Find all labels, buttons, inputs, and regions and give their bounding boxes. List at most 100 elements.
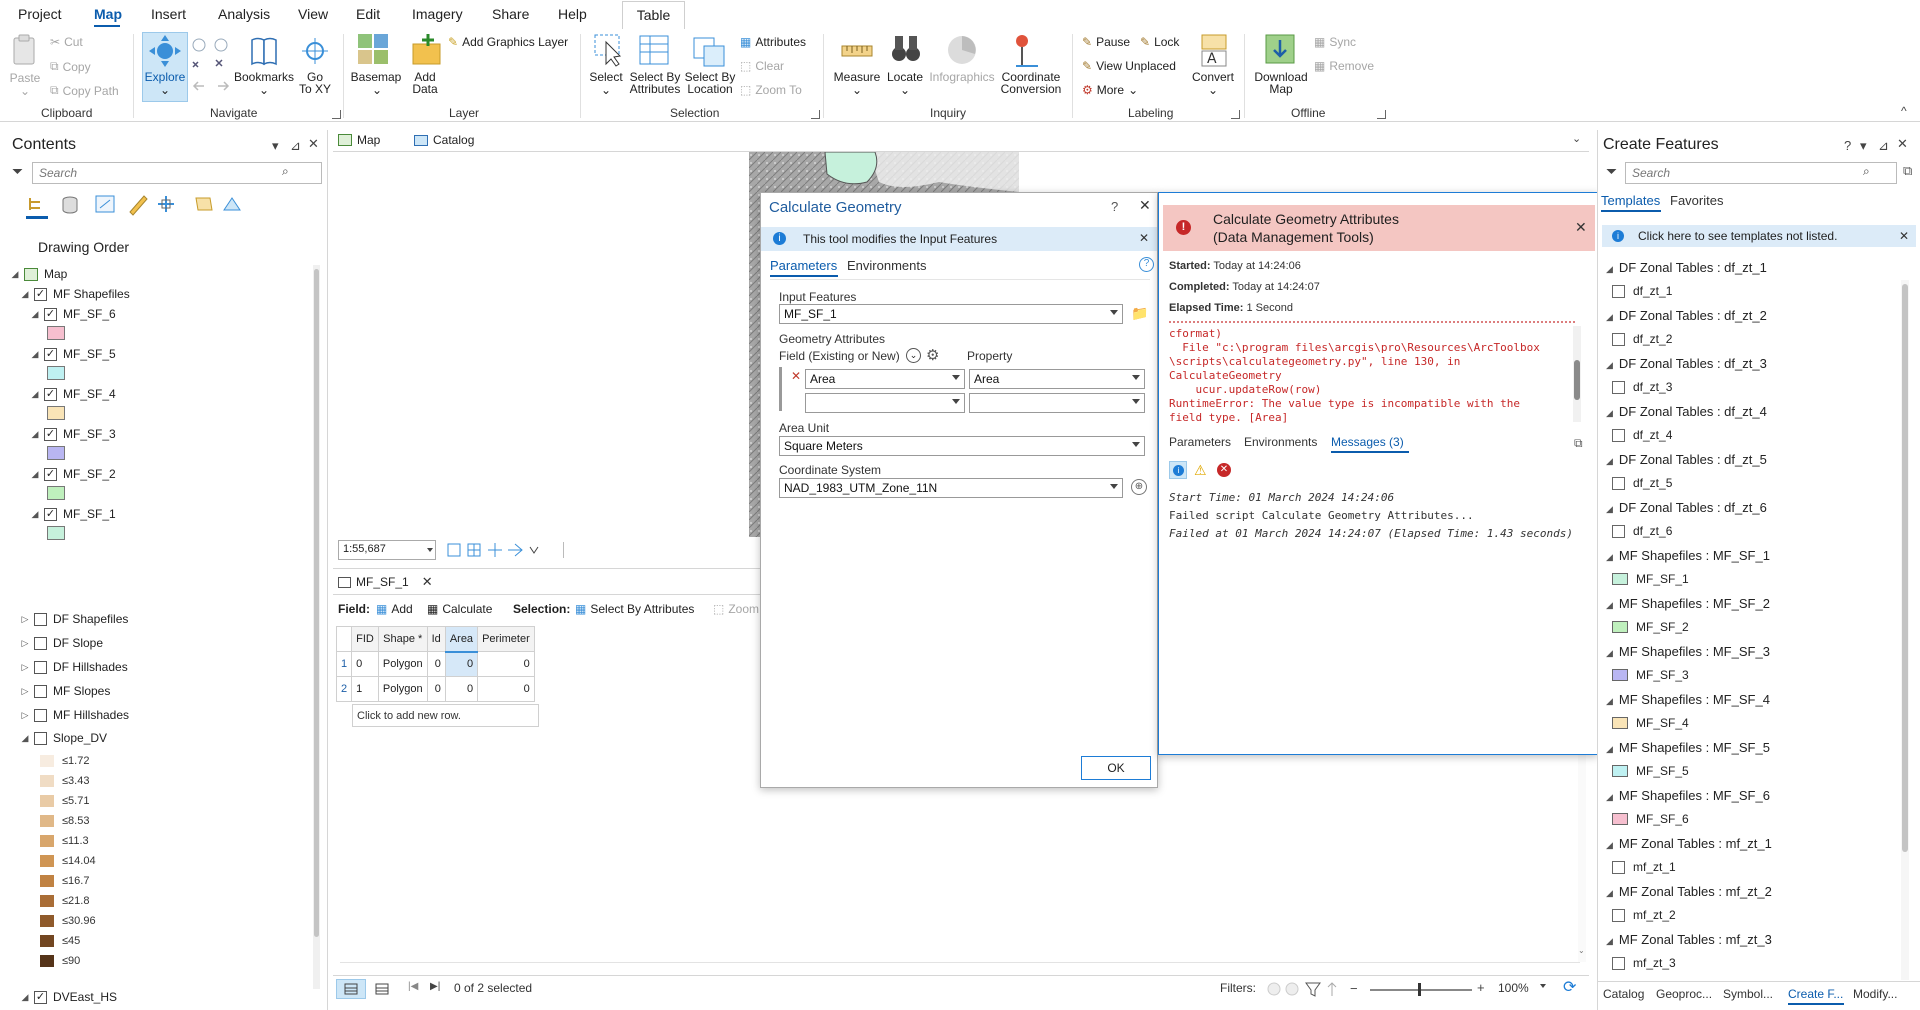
property-select[interactable]: Area xyxy=(969,369,1145,389)
view-unplaced-button[interactable]: ✎ View Unplaced xyxy=(1082,59,1176,73)
zoom-to-button[interactable]: ⬚ Zoom To xyxy=(740,83,802,97)
visibility-checkbox[interactable]: ✓ xyxy=(44,507,57,521)
template-group-header[interactable]: ◢ MF Shapefiles : MF_SF_1 xyxy=(1606,548,1770,563)
tree-group-slope-dv[interactable]: ◢ Slope_DV xyxy=(20,729,108,747)
zoom-slider-thumb[interactable] xyxy=(1418,983,1421,996)
add-data-button[interactable] xyxy=(410,32,444,68)
template-group-header[interactable]: ◢ MF Shapefiles : MF_SF_5 xyxy=(1606,740,1770,755)
tab-environments[interactable]: Environments xyxy=(847,258,926,273)
template-group-header[interactable]: ◢ DF Zonal Tables : df_zt_3 xyxy=(1606,356,1767,371)
template-item[interactable]: MF_SF_2 xyxy=(1612,620,1689,634)
column-header-id[interactable]: Id xyxy=(426,626,446,652)
template-group-header[interactable]: ◢ MF Shapefiles : MF_SF_3 xyxy=(1606,644,1770,659)
refresh-icon[interactable]: ⟳ xyxy=(1563,977,1576,997)
popup-close-icon[interactable]: ✕ xyxy=(1575,219,1587,236)
templates-info-close-icon[interactable]: ✕ xyxy=(1899,229,1909,243)
field-select-empty[interactable] xyxy=(805,393,965,413)
tool-help-icon[interactable]: ? xyxy=(1139,257,1154,272)
error-filter-icon[interactable]: ✕ xyxy=(1217,463,1231,477)
template-group-header[interactable]: ◢ MF Shapefiles : MF_SF_4 xyxy=(1606,692,1770,707)
bottom-tab-symbol[interactable]: Symbol... xyxy=(1723,987,1773,1001)
table-row[interactable]: 2 1 Polygon 0 0 0 xyxy=(335,676,535,702)
add-graphics-layer-button[interactable]: ✎ Add Graphics Layer xyxy=(448,35,568,49)
template-item[interactable]: MF_SF_3 xyxy=(1612,668,1689,682)
copy-messages-icon[interactable]: ⧉ xyxy=(1574,436,1583,451)
row-number[interactable]: 1 xyxy=(335,651,353,677)
symbol-swatch[interactable] xyxy=(47,406,65,420)
property-select-empty[interactable] xyxy=(969,393,1145,413)
map-scale-combo[interactable]: 1:55,687 xyxy=(338,540,436,560)
popup-tab-environments[interactable]: Environments xyxy=(1244,435,1317,449)
tab-table[interactable]: Table xyxy=(622,1,685,29)
offline-launcher-icon[interactable] xyxy=(1377,110,1386,119)
zoom-slider-track[interactable] xyxy=(1370,983,1472,996)
tab-attribute-table[interactable]: MF_SF_1 ✕ xyxy=(338,572,433,592)
sync-button[interactable]: ▦ Sync xyxy=(1314,35,1356,49)
zoom-out-icon[interactable]: − xyxy=(1350,981,1358,996)
collapse-icon[interactable]: ◢ xyxy=(20,289,30,300)
collapse-icon[interactable]: ◢ xyxy=(10,269,20,280)
expand-icon[interactable]: ▷ xyxy=(20,638,30,649)
template-item[interactable]: MF_SF_6 xyxy=(1612,812,1689,826)
template-item[interactable]: MF_SF_1 xyxy=(1612,572,1689,586)
tree-group-df-hillshades[interactable]: ▷ DF Hillshades xyxy=(20,658,128,676)
menu-imagery[interactable]: Imagery xyxy=(412,6,463,22)
table-cell[interactable]: 1 xyxy=(351,676,379,702)
pane-close-icon[interactable]: ✕ xyxy=(1897,136,1908,152)
convert-button[interactable]: A xyxy=(1198,32,1230,68)
template-item[interactable]: df_zt_3 xyxy=(1612,380,1672,394)
template-group-header[interactable]: ◢ MF Zonal Tables : mf_zt_1 xyxy=(1606,836,1772,851)
table-hscroll[interactable] xyxy=(340,962,1580,963)
menu-help[interactable]: Help xyxy=(558,6,587,22)
column-header-fid[interactable]: FID xyxy=(351,626,379,652)
more-labeling-button[interactable]: ⚙ More ⌄ xyxy=(1082,83,1138,97)
templates-info-bar[interactable]: i Click here to see templates not listed… xyxy=(1602,225,1916,247)
coordinate-conversion-button[interactable] xyxy=(1012,32,1042,68)
selection-launcher-icon[interactable] xyxy=(811,110,820,119)
collapse-icon[interactable]: ◢ xyxy=(20,992,30,1003)
contents-pin-icon[interactable]: ⊿ xyxy=(290,138,301,154)
collapse-icon[interactable]: ◢ xyxy=(1606,456,1613,466)
menu-share[interactable]: Share xyxy=(492,6,529,22)
zoom-to-selection-button[interactable]: ⬚ Zoom xyxy=(713,602,759,616)
contents-close-icon[interactable]: ✕ xyxy=(308,136,319,152)
expand-options-icon[interactable]: ⌄ xyxy=(906,348,921,363)
templates-search-input[interactable]: Search xyxy=(1625,162,1897,184)
expand-icon[interactable]: ▷ xyxy=(20,614,30,625)
column-header-area[interactable]: Area xyxy=(444,626,479,653)
trace-scrollbar[interactable] xyxy=(1573,326,1581,422)
go-to-xy-button[interactable] xyxy=(300,36,330,68)
collapse-icon[interactable]: ◢ xyxy=(1606,744,1613,754)
tabs-overflow-icon[interactable]: ⌄ xyxy=(1572,132,1581,145)
row-number[interactable]: 2 xyxy=(335,676,353,702)
collapse-icon[interactable]: ◢ xyxy=(1606,408,1613,418)
table-cell[interactable]: 0 xyxy=(351,651,379,677)
template-item[interactable]: df_zt_6 xyxy=(1612,524,1672,538)
pane-help-icon[interactable]: ? xyxy=(1844,138,1851,153)
visibility-checkbox[interactable]: ✓ xyxy=(44,307,57,321)
template-item[interactable]: mf_zt_1 xyxy=(1612,860,1676,874)
column-header-perimeter[interactable]: Perimeter xyxy=(477,626,535,652)
field-select[interactable]: Area xyxy=(805,369,965,389)
symbol-swatch[interactable] xyxy=(47,366,65,380)
table-cell[interactable]: Polygon xyxy=(377,651,428,677)
collapse-icon[interactable]: ◢ xyxy=(30,509,40,520)
select-button[interactable] xyxy=(592,32,624,68)
templates-filter-icon[interactable]: ⏷ xyxy=(1606,163,1617,180)
tree-layer-mf-sf-6[interactable]: ◢ ✓ MF_SF_6 xyxy=(30,305,116,323)
menu-analysis[interactable]: Analysis xyxy=(218,6,270,22)
symbol-swatch[interactable] xyxy=(47,446,65,460)
visibility-checkbox[interactable]: ✓ xyxy=(44,347,57,361)
template-group-header[interactable]: ◢ MF Zonal Tables : mf_zt_2 xyxy=(1606,884,1772,899)
template-item[interactable]: df_zt_5 xyxy=(1612,476,1672,490)
menu-view[interactable]: View xyxy=(298,6,328,22)
attributes-button[interactable]: ▦ Attributes xyxy=(740,35,806,49)
visibility-checkbox[interactable]: ✓ xyxy=(34,287,47,301)
lock-labels-button[interactable]: ✎ Lock xyxy=(1140,35,1179,49)
collapse-icon[interactable]: ◢ xyxy=(1606,936,1613,946)
template-item[interactable]: df_zt_4 xyxy=(1612,428,1672,442)
templates-scrollbar[interactable] xyxy=(1901,280,1909,980)
zoom-dropdown-icon[interactable] xyxy=(1540,984,1546,988)
collapse-icon[interactable]: ◢ xyxy=(1606,504,1613,514)
scale-dropdown-icon[interactable] xyxy=(427,548,433,552)
